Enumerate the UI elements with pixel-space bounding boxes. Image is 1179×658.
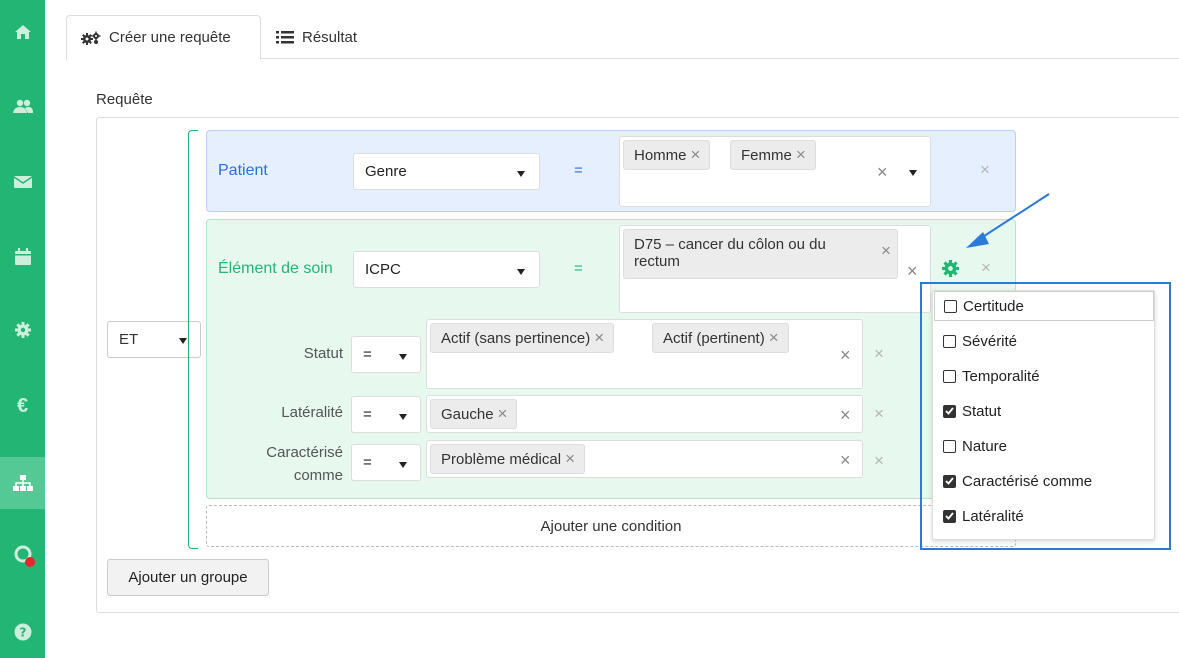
sitemap-icon[interactable]	[0, 457, 45, 509]
clear-icon[interactable]: ×	[840, 406, 851, 424]
checkbox-icon[interactable]	[943, 334, 956, 348]
value-chip: Actif (pertinent) ×	[652, 323, 789, 353]
tab-result-label: Résultat	[302, 28, 358, 46]
laterality-label: Latéralité	[281, 404, 343, 421]
value-chip: Problème médical ×	[430, 444, 585, 474]
operator-value: ET	[119, 331, 139, 348]
laterality-values-input[interactable]: Gauche × ×	[426, 395, 863, 433]
remove-chip-icon[interactable]: ×	[881, 242, 891, 259]
value-chip: Actif (sans pertinence) ×	[430, 323, 615, 353]
clear-icon[interactable]: ×	[907, 262, 918, 280]
sidebar: € ?	[0, 0, 45, 658]
remove-chip-icon[interactable]: ×	[565, 449, 575, 468]
characterized-as-label: Caractérisé comme	[266, 444, 343, 484]
chip-text-line2: rectum	[634, 253, 680, 270]
option-caracterise-comme[interactable]: Caractérisé comme	[943, 466, 1092, 496]
patient-values-input[interactable]: Homme × Femme × ×	[619, 136, 931, 207]
patient-equals: =	[574, 162, 583, 179]
value-chip: Femme ×	[730, 140, 816, 170]
characterized-operator-select[interactable]: =	[351, 444, 421, 481]
laterality-operator-select[interactable]: =	[351, 396, 421, 433]
status-values-input[interactable]: Actif (sans pertinence) × Actif (pertinen…	[426, 319, 863, 389]
clear-icon[interactable]: ×	[840, 451, 851, 469]
checkbox-checked-icon[interactable]	[943, 509, 956, 523]
help-icon[interactable]: ?	[0, 610, 45, 654]
checkbox-checked-icon[interactable]	[943, 474, 956, 488]
checkbox-icon[interactable]	[943, 439, 956, 453]
remove-chip-icon[interactable]: ×	[796, 145, 806, 164]
chevron-down-icon	[399, 354, 407, 360]
value-chip: Gauche ×	[430, 399, 518, 429]
option-severite[interactable]: Sévérité	[943, 326, 1017, 356]
svg-text:?: ?	[19, 626, 26, 640]
remove-row-icon[interactable]: ×	[981, 259, 991, 276]
remove-chip-icon[interactable]: ×	[769, 328, 779, 347]
home-icon[interactable]	[0, 10, 45, 54]
chevron-down-icon	[399, 414, 407, 420]
option-nature[interactable]: Nature	[943, 431, 1007, 461]
remove-condition-icon[interactable]: ×	[874, 405, 884, 422]
care-element-values-input[interactable]: D75 – cancer du côlon ou du rectum × ×	[619, 225, 931, 313]
chevron-down-icon[interactable]	[909, 170, 917, 176]
value-chip: D75 – cancer du côlon ou du rectum ×	[623, 229, 898, 279]
tab-bar: Créer une requête Résultat	[66, 15, 1179, 60]
care-element-field-value: ICPC	[365, 261, 401, 278]
chevron-down-icon	[179, 338, 187, 344]
add-group-button[interactable]: Ajouter un groupe	[107, 559, 269, 596]
care-element-equals: =	[574, 260, 583, 277]
characterized-values-input[interactable]: Problème médical × ×	[426, 440, 863, 478]
status-label: Statut	[303, 345, 343, 362]
option-temporalite[interactable]: Temporalité	[943, 361, 1040, 391]
gears-icon	[81, 31, 101, 45]
remove-condition-icon[interactable]: ×	[874, 345, 884, 362]
users-icon[interactable]	[0, 84, 45, 128]
checkbox-icon[interactable]	[943, 369, 956, 383]
remove-chip-icon[interactable]: ×	[594, 328, 604, 347]
annotation-arrow	[966, 193, 1050, 248]
calendar-icon[interactable]	[0, 234, 45, 278]
support-icon[interactable]	[0, 532, 45, 576]
settings-gear-icon[interactable]	[942, 260, 959, 282]
care-element-label: Élément de soin	[218, 260, 333, 277]
checkbox-checked-icon[interactable]	[943, 404, 956, 418]
operator-select[interactable]: ET	[107, 321, 201, 358]
settings-gear-icon[interactable]	[0, 308, 45, 352]
remove-condition-icon[interactable]: ×	[874, 452, 884, 469]
care-element-field-select[interactable]: ICPC	[353, 251, 540, 288]
value-chip: Homme ×	[623, 140, 711, 170]
group-bracket	[188, 130, 198, 549]
tab-create-query[interactable]: Créer une requête	[66, 15, 261, 60]
patient-field-select[interactable]: Genre	[353, 153, 540, 190]
notification-dot	[25, 557, 35, 567]
chevron-down-icon	[517, 269, 525, 275]
status-operator-select[interactable]: =	[351, 336, 421, 373]
option-certitude[interactable]: Certitude	[934, 291, 1154, 321]
remove-chip-icon[interactable]: ×	[691, 145, 701, 164]
patient-field-value: Genre	[365, 163, 407, 180]
clear-icon[interactable]: ×	[840, 346, 851, 364]
add-condition-button[interactable]: Ajouter une condition	[206, 505, 1016, 547]
clear-icon[interactable]: ×	[877, 163, 888, 181]
query-label: Requête	[96, 91, 153, 108]
mail-icon[interactable]	[0, 160, 45, 204]
option-lateralite[interactable]: Latéralité	[943, 501, 1024, 531]
options-dropdown: Certitude Sévérité Temporalité Statut Na…	[932, 290, 1155, 540]
chevron-down-icon	[399, 462, 407, 468]
chevron-down-icon	[517, 171, 525, 177]
tab-create-query-label: Créer une requête	[109, 29, 231, 46]
option-statut[interactable]: Statut	[943, 396, 1001, 426]
remove-row-icon[interactable]: ×	[980, 161, 990, 178]
remove-chip-icon[interactable]: ×	[498, 404, 508, 423]
chip-text-line1: D75 – cancer du côlon ou du	[634, 236, 826, 253]
list-icon	[276, 30, 294, 44]
patient-label: Patient	[218, 162, 268, 179]
tab-result[interactable]: Résultat	[276, 15, 357, 59]
checkbox-icon[interactable]	[944, 299, 957, 313]
euro-icon[interactable]: €	[0, 384, 45, 428]
